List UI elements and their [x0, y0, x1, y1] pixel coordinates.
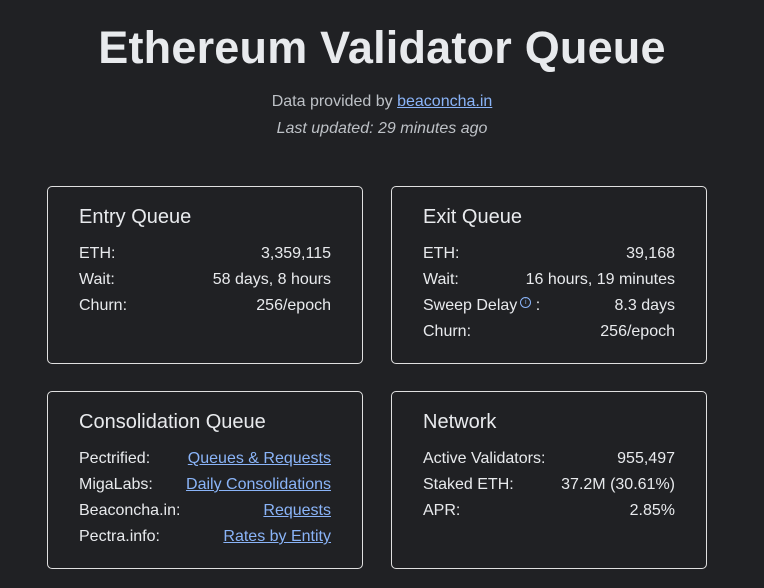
entry-eth-row: ETH: 3,359,115	[79, 241, 331, 267]
row-label: ETH:	[79, 245, 116, 262]
row-value: 39,168	[626, 245, 675, 262]
row-value: 37.2M (30.61%)	[561, 476, 675, 493]
network-title: Network	[423, 411, 497, 433]
entry-wait-row: Wait: 58 days, 8 hours	[79, 267, 331, 293]
row-label: Wait:	[423, 271, 459, 288]
last-updated-text: Last updated: 29 minutes ago	[276, 120, 488, 137]
row-label: Churn:	[423, 323, 472, 340]
exit-wait-row: Wait: 16 hours, 19 minutes	[423, 267, 675, 293]
consolidation-queue-card: Consolidation Queue Pectrified: Queues &…	[47, 391, 363, 569]
label-suffix: :	[535, 297, 541, 314]
pectra-info-row: Pectra.info: Rates by Entity	[79, 524, 331, 550]
entry-churn-row: Churn: 256/epoch	[79, 293, 331, 319]
entry-queue-card: Entry Queue ETH: 3,359,115 Wait: 58 days…	[47, 186, 363, 364]
entry-queue-title: Entry Queue	[79, 206, 192, 228]
exit-queue-card: Exit Queue ETH: 39,168 Wait: 16 hours, 1…	[391, 186, 707, 364]
beaconchain-row: Beaconcha.in: Requests	[79, 498, 331, 524]
page-title: Ethereum Validator Queue	[98, 22, 666, 73]
pectrified-row: Pectrified: Queues & Requests	[79, 446, 331, 472]
exit-sweep-delay-row: Sweep Delay i : 8.3 days	[423, 293, 675, 319]
row-label: Beaconcha.in:	[79, 502, 181, 519]
sweep-delay-label: Sweep Delay	[423, 297, 518, 314]
row-label: ETH:	[423, 245, 460, 262]
network-card: Network Active Validators: 955,497 Stake…	[391, 391, 707, 569]
staked-eth-row: Staked ETH: 37.2M (30.61%)	[423, 472, 675, 498]
row-value: 256/epoch	[256, 297, 331, 314]
row-value: 256/epoch	[600, 323, 675, 340]
row-label: Staked ETH:	[423, 476, 514, 493]
exit-queue-title: Exit Queue	[423, 206, 522, 228]
apr-row: APR: 2.85%	[423, 498, 675, 524]
row-label: Sweep Delay i :	[423, 293, 540, 319]
row-value: 16 hours, 19 minutes	[525, 271, 675, 288]
migalabs-row: MigaLabs: Daily Consolidations	[79, 472, 331, 498]
row-value: 8.3 days	[614, 297, 675, 314]
requests-link[interactable]: Requests	[263, 498, 331, 524]
beaconcha-link[interactable]: beaconcha.in	[397, 93, 492, 110]
data-source-line: Data provided by beaconcha.in	[0, 93, 764, 111]
row-value: 58 days, 8 hours	[212, 271, 331, 288]
row-value: 3,359,115	[261, 245, 331, 262]
row-label: APR:	[423, 502, 461, 519]
row-label: Wait:	[79, 271, 115, 288]
daily-consolidations-link[interactable]: Daily Consolidations	[186, 472, 331, 498]
row-label: Churn:	[79, 297, 128, 314]
row-label: Pectra.info:	[79, 528, 160, 545]
exit-churn-row: Churn: 256/epoch	[423, 319, 675, 345]
data-source-prefix: Data provided by	[271, 93, 398, 110]
row-label: MigaLabs:	[79, 476, 153, 493]
active-validators-row: Active Validators: 955,497	[423, 446, 675, 472]
consolidation-queue-title: Consolidation Queue	[79, 411, 266, 433]
info-icon[interactable]: i	[520, 296, 532, 308]
row-label: Pectrified:	[79, 450, 151, 467]
row-label: Active Validators:	[423, 450, 546, 467]
row-value: 2.85%	[629, 502, 675, 519]
rates-by-entity-link[interactable]: Rates by Entity	[223, 524, 331, 550]
exit-eth-row: ETH: 39,168	[423, 241, 675, 267]
row-value: 955,497	[617, 450, 675, 467]
queues-requests-link[interactable]: Queues & Requests	[188, 446, 331, 472]
